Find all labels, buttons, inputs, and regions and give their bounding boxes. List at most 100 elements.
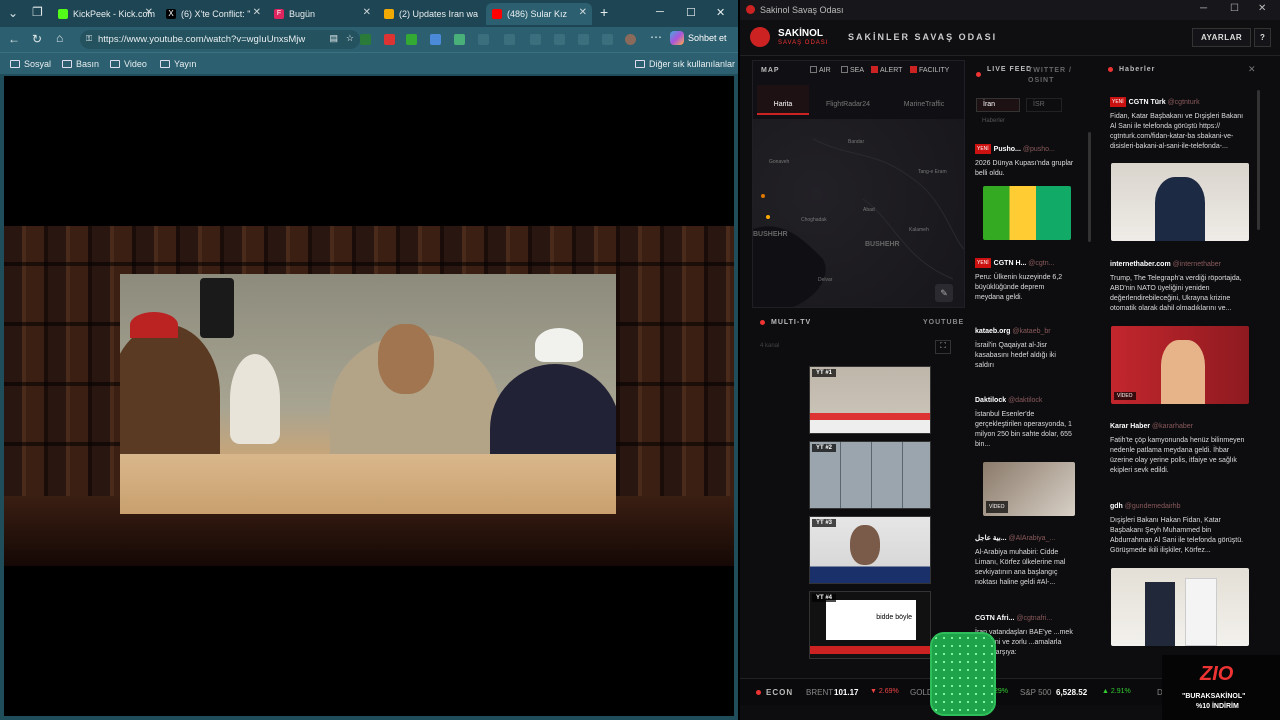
map-label: Kalameh	[909, 227, 929, 233]
map-label: BUSHEHR	[753, 231, 788, 238]
bookmark-folder[interactable]: Basın	[62, 59, 99, 69]
close-tab-icon[interactable]: ✕	[363, 7, 371, 18]
tab-isr[interactable]: İSR	[1026, 98, 1062, 112]
tab-bugun[interactable]: F Bugün ✕	[268, 3, 376, 25]
feed-item[interactable]: Daktilock @daktilock İstanbul Esenler'de…	[975, 396, 1075, 516]
minimize-button[interactable]: ─	[1200, 3, 1207, 14]
news-thumbnail[interactable]: VİDEO	[1111, 326, 1249, 404]
facility-checkbox[interactable]	[910, 66, 917, 73]
close-tab-icon[interactable]: ✕	[579, 7, 587, 18]
app-header: SAKİNOL SAVAŞ ODASI SAKİNLER SAVAŞ ODASI…	[740, 20, 1280, 56]
tab-x-conflict[interactable]: X (6) X'te Conflict: " ✕	[160, 3, 266, 25]
feed-handle: @cgtn...	[1028, 260, 1055, 267]
extension-icon[interactable]	[406, 34, 417, 45]
channel-tile[interactable]: YT #1	[809, 366, 931, 434]
news-item[interactable]: internethaber.com @internethaber Trump, …	[1110, 260, 1250, 314]
new-tab-button[interactable]: +	[600, 4, 608, 20]
favorite-star-icon[interactable]: ☆	[346, 33, 354, 44]
facility-marker[interactable]	[766, 215, 770, 219]
url-input[interactable]: ⚿ https://www.youtube.com/watch?v=wgIuUn…	[80, 30, 360, 49]
bookmark-label: Diğer sık kullanılanlar	[649, 59, 736, 69]
extension-icon[interactable]	[384, 34, 395, 45]
feed-item[interactable]: YENİ Pusho... @pusho... 2026 Dünya Kupası…	[975, 144, 1074, 240]
news-thumbnail[interactable]	[1111, 568, 1249, 646]
sea-checkbox[interactable]	[841, 66, 848, 73]
sub-tab-haberler[interactable]: Haberler	[982, 118, 1005, 124]
tab-kickpeek[interactable]: KickPeek - Kick.com ✕	[52, 3, 158, 25]
tab-menu-icon[interactable]: ⌄	[8, 6, 18, 20]
translate-icon[interactable]	[430, 34, 441, 45]
close-tab-icon[interactable]: ✕	[253, 7, 261, 18]
extension-icon[interactable]	[360, 34, 371, 45]
close-window-button[interactable]: ✕	[1258, 3, 1266, 14]
tab-youtube-active[interactable]: (486) Sular Kız ✕	[486, 3, 592, 25]
minimize-button[interactable]: ─	[656, 6, 664, 18]
bookmark-label: Sosyal	[24, 59, 52, 69]
extension-icon[interactable]	[454, 34, 465, 45]
tab-marinetraffic[interactable]: MarineTraffic	[887, 85, 961, 115]
ticker-change: ▲ 2.91%	[1102, 688, 1131, 695]
video-player[interactable]	[4, 76, 734, 716]
fullscreen-icon[interactable]: ⛶	[935, 340, 951, 354]
close-tab-icon[interactable]: ✕	[145, 7, 153, 18]
home-icon[interactable]: ⌂	[56, 31, 63, 45]
maximize-button[interactable]: ☐	[1230, 3, 1239, 14]
maximize-button[interactable]: ☐	[686, 6, 696, 19]
bookmark-folder[interactable]: Video	[110, 59, 147, 69]
feed-item[interactable]: kataeb.org @kataeb_br İsrail'in Qaqaiyat…	[975, 327, 1074, 371]
scrollbar[interactable]	[1257, 90, 1260, 230]
filter-sea[interactable]: SEA	[841, 66, 864, 74]
reader-icon[interactable]: ▤	[329, 33, 338, 44]
air-checkbox[interactable]	[810, 66, 817, 73]
filter-air[interactable]: AIR	[810, 66, 831, 74]
channel-tile[interactable]: bidde böyle YT #4	[809, 591, 931, 659]
feed-thumbnail[interactable]: VİDEO	[983, 462, 1075, 516]
feed-item[interactable]: بية عاجل... @AlArabiya_... Al-Arabiya mu…	[975, 534, 1074, 588]
tab-updates-iran[interactable]: (2) Updates Iran wa	[378, 3, 484, 25]
close-panel-icon[interactable]: ✕	[1248, 64, 1256, 75]
tab-iran[interactable]: İran	[976, 98, 1020, 112]
map-label: Tang-e Eram	[918, 169, 947, 175]
alert-marker[interactable]	[761, 194, 765, 198]
bookmark-folder[interactable]: Yayın	[160, 59, 196, 69]
feed-item[interactable]: YENİ CGTN H... @cgtn... Peru: Ülkenin kuz…	[975, 258, 1074, 303]
bookmark-label: Video	[124, 59, 147, 69]
news-thumbnail[interactable]	[1111, 163, 1249, 241]
tab-label: Bugün	[289, 9, 316, 19]
profile-avatar[interactable]	[625, 34, 636, 45]
close-window-button[interactable]: ✕	[716, 6, 725, 19]
tab-flightradar[interactable]: FlightRadar24	[813, 85, 883, 115]
map-view[interactable]: Bandar Gonaveh Tang-e Eram Choghadak Aba…	[753, 119, 964, 307]
favorites-icon[interactable]	[554, 34, 565, 45]
alert-checkbox[interactable]	[871, 66, 878, 73]
feed-handle: @pusho...	[1022, 146, 1055, 153]
settings-button[interactable]: AYARLAR	[1192, 28, 1252, 47]
split-screen-icon[interactable]	[504, 34, 515, 45]
back-icon[interactable]: ←	[8, 32, 20, 46]
folder-icon	[10, 60, 20, 68]
tab-harita[interactable]: Harita	[757, 85, 809, 115]
screenshot-icon[interactable]	[602, 34, 613, 45]
tab-label: İran	[983, 101, 996, 108]
help-button[interactable]: ?	[1254, 28, 1272, 47]
filter-alert[interactable]: ALERT	[871, 66, 902, 74]
news-item[interactable]: Karar Haber @kararhaber Fatih'te çöp kam…	[1110, 422, 1250, 476]
chat-button[interactable]: Sohbet et	[670, 31, 727, 45]
news-item[interactable]: gdh @gundemedairhb Dışişleri Bakanı Haka…	[1110, 502, 1250, 556]
more-menu-icon[interactable]: ⋯	[650, 30, 662, 44]
channel-tile[interactable]: YT #2	[809, 441, 931, 509]
filter-facility[interactable]: FACILITY	[910, 66, 949, 74]
extensions-puzzle-icon[interactable]	[478, 34, 489, 45]
workspaces-icon[interactable]: ❐	[32, 5, 43, 19]
refresh-icon[interactable]: ↻	[32, 32, 42, 46]
channel-person	[850, 525, 880, 565]
extension-icon[interactable]	[530, 34, 541, 45]
edit-pencil-icon[interactable]: ✎	[935, 284, 953, 302]
scrollbar[interactable]	[1088, 132, 1091, 242]
news-item[interactable]: YENİ CGTN Türk @cgtnturk Fidan, Katar Baş…	[1110, 97, 1250, 152]
other-bookmarks-folder[interactable]: Diğer sık kullanılanlar	[635, 59, 735, 69]
copilot-icon[interactable]	[578, 34, 589, 45]
channel-tile[interactable]: YT #3	[809, 516, 931, 584]
bookmark-folder[interactable]: Sosyal	[10, 59, 51, 69]
feed-thumbnail[interactable]	[983, 186, 1071, 240]
